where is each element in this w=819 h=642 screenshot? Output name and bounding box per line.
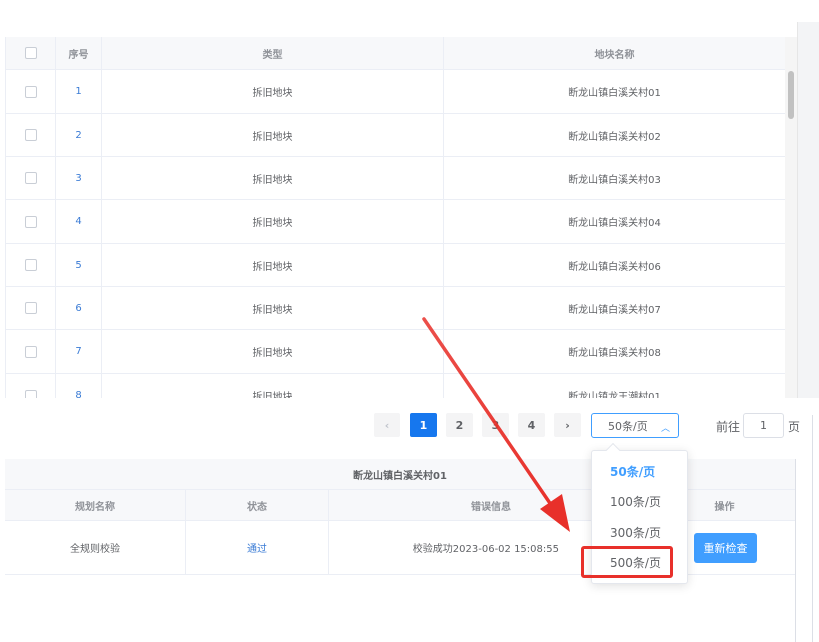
row-checkbox[interactable] [24,345,37,358]
prev-page-button[interactable]: ‹ [374,413,400,437]
page-size-select[interactable]: 50条/页 ︿ [591,413,679,438]
table-row[interactable]: 8 拆旧地块 断龙山镇龙王潮村01 [6,374,785,398]
goto-label: 前往 [716,420,741,434]
select-all-checkbox[interactable] [24,47,37,59]
row-name: 断龙山镇白溪关村04 [568,218,661,229]
table-row[interactable]: 5 拆旧地块 断龙山镇白溪关村06 [6,244,785,287]
row-index[interactable]: 2 [75,130,81,141]
row-name: 断龙山镇白溪关村01 [568,88,661,99]
table-scrollbar[interactable] [785,37,797,398]
scrollbar-thumb[interactable] [788,71,794,119]
row-type: 拆旧地块 [252,88,293,99]
page-suffix-label: 页 [788,420,801,434]
chevron-left-icon: ‹ [384,418,390,432]
row-index[interactable]: 7 [75,346,81,357]
row-name: 断龙山镇白溪关村02 [568,131,661,143]
row-checkbox[interactable] [24,215,37,228]
page-button-2[interactable]: 2 [446,413,473,437]
row-checkbox[interactable] [24,172,37,184]
row-type: 拆旧地块 [252,261,293,273]
page-button-4[interactable]: 4 [518,413,545,437]
header-status: 状态 [186,490,329,520]
dropdown-caret [605,442,621,458]
row-checkbox[interactable] [24,85,37,98]
row-name: 断龙山镇白溪关村08 [568,348,661,359]
row-index[interactable]: 5 [75,260,81,271]
status-link[interactable]: 通过 [247,540,267,555]
row-index[interactable]: 3 [75,173,81,184]
row-checkbox[interactable] [24,389,37,398]
panel-edge [812,415,819,642]
plot-table: 序号 类型 地块名称 1 拆旧地块 断龙山镇白溪关村01 2 拆旧地块 断龙山镇… [5,37,785,398]
page-size-option-300[interactable]: 300条/页 [592,517,687,548]
row-type: 拆旧地块 [252,304,293,316]
goto-page-input[interactable]: 1 [743,413,784,438]
header-rule: 规划名称 [5,490,186,520]
row-checkbox[interactable] [24,259,37,271]
row-index[interactable]: 6 [75,303,81,314]
panel-divider [795,459,796,642]
table-row[interactable]: 7 拆旧地块 断龙山镇白溪关村08 [6,330,785,374]
next-page-button[interactable]: › [554,413,581,437]
rule-name: 全规则校验 [5,521,186,574]
annotation-highlight-box [581,546,673,578]
table-row[interactable]: 2 拆旧地块 断龙山镇白溪关村02 [6,114,785,157]
recheck-button[interactable]: 重新检查 [694,533,757,563]
row-index[interactable]: 8 [75,390,81,398]
row-checkbox[interactable] [24,129,37,141]
header-type[interactable]: 类型 [102,37,444,69]
page-button-1[interactable]: 1 [410,413,437,437]
row-name: 断龙山镇龙王潮村01 [568,392,661,398]
table-row[interactable]: 1 拆旧地块 断龙山镇白溪关村01 [6,70,785,114]
header-name[interactable]: 地块名称 [444,37,785,69]
table-row[interactable]: 6 拆旧地块 断龙山镇白溪关村07 [6,287,785,330]
row-name: 断龙山镇白溪关村03 [568,174,661,186]
page-size-option-50[interactable]: 50条/页 [592,456,687,487]
table-row[interactable]: 3 拆旧地块 断龙山镇白溪关村03 [6,157,785,200]
page-size-option-100[interactable]: 100条/页 [592,487,687,518]
row-checkbox[interactable] [24,302,37,314]
row-index[interactable]: 1 [75,86,81,97]
table-header: 序号 类型 地块名称 [6,37,785,70]
row-index[interactable]: 4 [75,216,81,227]
row-type: 拆旧地块 [252,392,293,398]
row-type: 拆旧地块 [252,348,293,359]
page-scrollbar-track[interactable] [797,22,819,398]
row-name: 断龙山镇白溪关村07 [568,304,661,316]
chevron-up-icon: ︿ [660,424,670,434]
row-type: 拆旧地块 [252,131,293,143]
row-name: 断龙山镇白溪关村06 [568,261,661,273]
row-type: 拆旧地块 [252,174,293,186]
chevron-right-icon: › [565,418,570,432]
header-index[interactable]: 序号 [56,37,102,69]
table-row[interactable]: 4 拆旧地块 断龙山镇白溪关村04 [6,200,785,244]
page-size-value: 50条/页 [608,419,648,433]
row-type: 拆旧地块 [252,218,293,229]
page-button-3[interactable]: 3 [482,413,509,437]
